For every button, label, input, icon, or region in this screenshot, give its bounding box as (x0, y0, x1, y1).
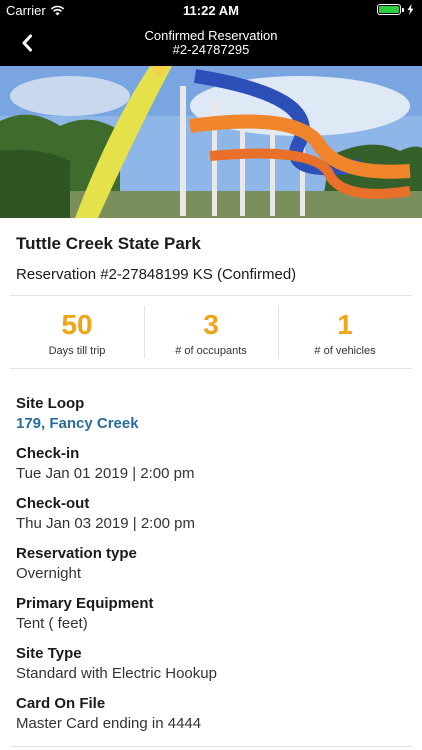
detail-card-on-file: Card On File Master Card ending in 4444 (16, 694, 412, 744)
status-bar: Carrier 11:22 AM (0, 0, 422, 20)
stat-label: # of occupants (175, 345, 247, 357)
detail-value: Thu Jan 03 2019 | 2:00 pm (16, 515, 196, 532)
trip-stats: 50 Days till trip 3 # of occupants 1 # o… (10, 306, 412, 366)
detail-primary-equipment: Primary Equipment Tent ( feet) (16, 594, 412, 644)
stat-value: 1 (337, 309, 353, 340)
detail-label: Site Type (16, 645, 82, 662)
page-title: Confirmed Reservation #2-24787295 (60, 29, 362, 57)
chevron-left-icon (22, 34, 32, 52)
stat-days-till-trip: 50 Days till trip (10, 306, 144, 366)
divider (10, 746, 412, 747)
park-photo (0, 66, 422, 218)
stat-value: 50 (61, 309, 93, 340)
detail-reservation-type: Reservation type Overnight (16, 544, 412, 594)
detail-value: Overnight (16, 565, 82, 582)
page-title-line2: #2-24787295 (172, 42, 250, 57)
charging-bolt-icon (407, 4, 414, 15)
detail-site-loop: Site Loop 179, Fancy Creek (16, 394, 412, 444)
detail-value: Standard with Electric Hookup (16, 665, 217, 682)
detail-label: Primary Equipment (16, 595, 154, 612)
stat-value: 3 (203, 309, 219, 340)
park-name: Tuttle Creek State Park (16, 234, 201, 253)
detail-value: Master Card ending in 4444 (16, 715, 202, 732)
detail-label: Check-out (16, 495, 90, 512)
detail-label: Reservation type (16, 545, 137, 562)
battery-indicator (377, 4, 414, 15)
site-loop-link[interactable]: 179, Fancy Creek (16, 414, 412, 434)
stat-label: # of vehicles (314, 345, 376, 357)
detail-value: Tent ( feet) (16, 615, 88, 632)
clock: 11:22 AM (183, 3, 239, 18)
detail-label: Check-in (16, 445, 80, 462)
page-title-line1: Confirmed Reservation (144, 28, 278, 43)
stat-occupants: 3 # of occupants (144, 306, 278, 366)
reservation-number: Reservation #2-27848199 KS (Confirmed) (16, 266, 297, 283)
stat-label: Days till trip (48, 345, 106, 357)
detail-label: Site Loop (16, 395, 85, 412)
battery-icon (377, 4, 401, 15)
detail-value: Tue Jan 01 2019 | 2:00 pm (16, 465, 195, 482)
back-button[interactable] (14, 30, 40, 56)
detail-label: Card On File (16, 695, 106, 712)
stat-vehicles: 1 # of vehicles (278, 306, 412, 366)
divider (10, 368, 412, 369)
detail-check-out: Check-out Thu Jan 03 2019 | 2:00 pm (16, 494, 412, 544)
detail-site-type: Site Type Standard with Electric Hookup (16, 644, 412, 694)
reservation-details: Site Loop 179, Fancy Creek Check-in Tue … (16, 394, 412, 744)
divider (10, 295, 412, 296)
navigation-bar: Confirmed Reservation #2-24787295 (0, 20, 422, 66)
detail-check-in: Check-in Tue Jan 01 2019 | 2:00 pm (16, 444, 412, 494)
